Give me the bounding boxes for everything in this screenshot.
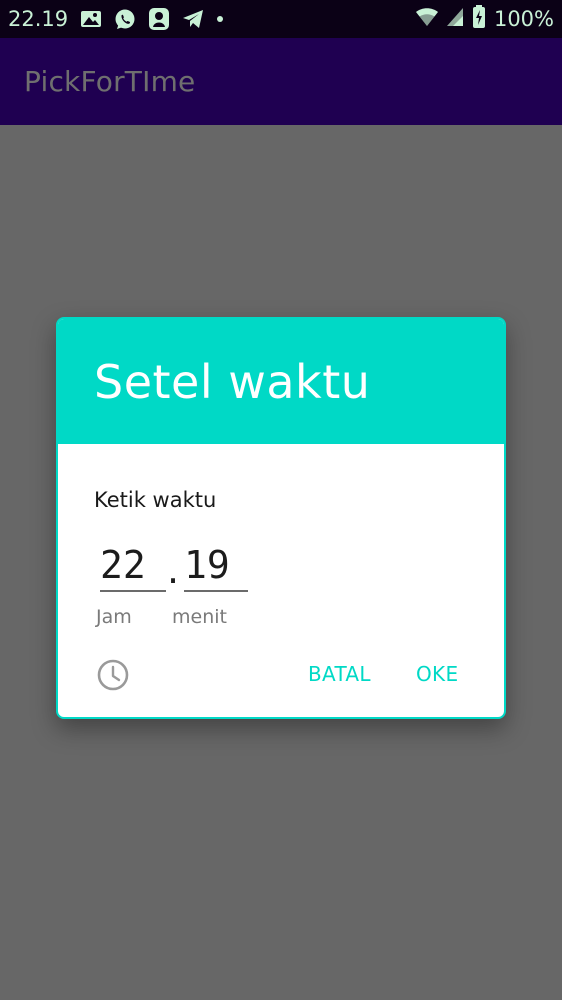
cancel-button[interactable]: BATAL xyxy=(308,662,371,686)
wifi-icon xyxy=(415,7,438,31)
screen: 22.19 100% PickForTIme Setel waktu Ketik… xyxy=(0,0,562,1000)
battery-charging-icon xyxy=(472,5,486,33)
app-bar: PickForTIme xyxy=(0,38,562,125)
hours-label: Jam xyxy=(96,606,132,628)
whatsapp-icon xyxy=(114,8,136,30)
telegram-icon xyxy=(182,9,204,29)
minutes-label: menit xyxy=(172,606,227,628)
dot-icon xyxy=(216,15,224,23)
input-heading: Ketik waktu xyxy=(94,488,217,512)
gallery-icon xyxy=(80,10,102,28)
system-status-icons: 100% xyxy=(415,5,554,33)
ok-button[interactable]: OKE xyxy=(416,662,458,686)
app-title: PickForTIme xyxy=(24,65,196,98)
notification-icons xyxy=(80,7,224,31)
app-notification-icon xyxy=(148,7,170,31)
dialog-body: Ketik waktu 22 . 19 Jam menit BATAL OKE xyxy=(58,444,504,717)
dialog-header: Setel waktu xyxy=(58,319,504,444)
clock-mode-toggle-button[interactable] xyxy=(96,658,130,696)
dialog-title: Setel waktu xyxy=(94,354,371,409)
signal-icon xyxy=(446,7,464,31)
time-input-row: 22 . 19 xyxy=(100,540,248,592)
clock-icon xyxy=(96,658,130,696)
hours-input[interactable]: 22 xyxy=(100,540,166,592)
time-picker-dialog: Setel waktu Ketik waktu 22 . 19 Jam meni… xyxy=(56,317,506,719)
status-time: 22.19 xyxy=(8,7,69,31)
status-bar: 22.19 100% xyxy=(0,0,562,38)
minutes-input[interactable]: 19 xyxy=(184,540,248,592)
time-separator: . xyxy=(166,548,180,592)
battery-percentage: 100% xyxy=(493,7,554,31)
